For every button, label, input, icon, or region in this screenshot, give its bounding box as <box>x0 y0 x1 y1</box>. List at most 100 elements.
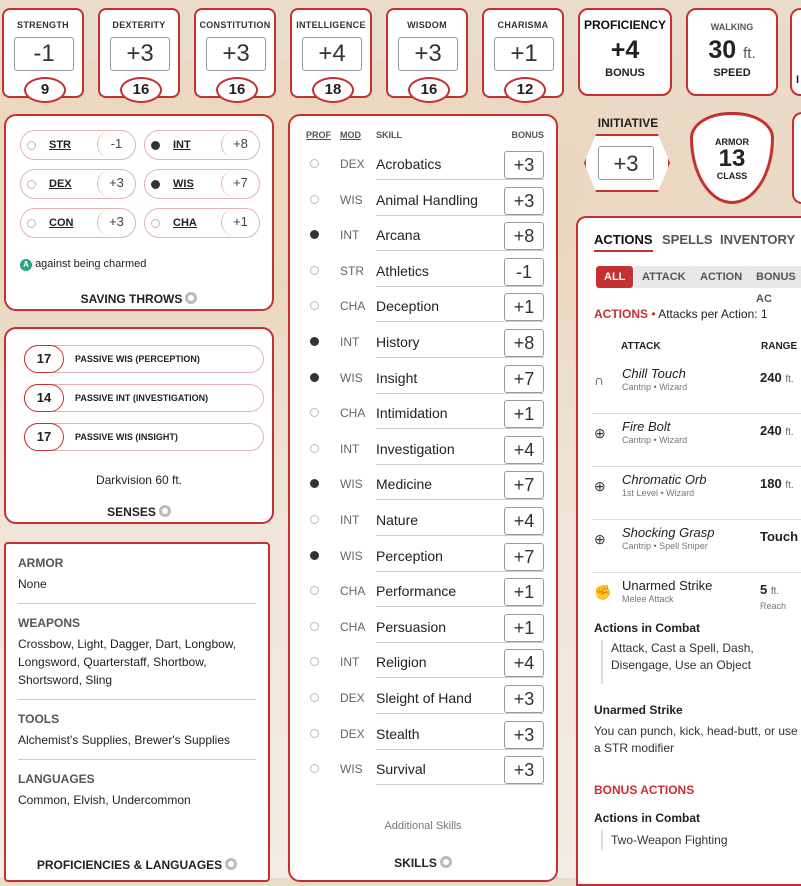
skill-row[interactable]: WIS Insight +7 <box>290 360 560 396</box>
skill-ability: CHA <box>340 584 366 599</box>
skill-bonus[interactable]: +8 <box>504 222 544 251</box>
skill-row[interactable]: CHA Persuasion +1 <box>290 609 560 645</box>
ability-modifier[interactable]: +3 <box>206 37 266 71</box>
skill-underline <box>376 535 544 536</box>
ability-name: WISDOM <box>407 20 447 30</box>
skill-bonus[interactable]: +3 <box>504 685 544 713</box>
tab-actions[interactable]: ACTIONS <box>594 232 653 252</box>
skill-ability: DEX <box>340 726 365 741</box>
skills-header-prof: PROF <box>306 130 332 140</box>
skill-row[interactable]: WIS Perception +7 <box>290 538 560 574</box>
saving-throw-cha[interactable]: CHA +1 <box>144 208 260 238</box>
proficiency-dot <box>310 479 319 489</box>
skill-bonus[interactable]: +7 <box>504 542 544 571</box>
skill-bonus[interactable]: +4 <box>504 649 544 678</box>
saving-throws-panel: STR -1 INT +8 DEX +3 WIS +7 CON +3 CHA +1 A against… <box>4 114 274 311</box>
skill-row[interactable]: INT Arcana +8 <box>290 217 560 253</box>
ability-modifier[interactable]: +4 <box>302 37 362 71</box>
attack-source: 1st Level • Wizard <box>622 488 695 498</box>
skill-bonus[interactable]: +3 <box>504 186 544 215</box>
skill-row[interactable]: INT Nature +4 <box>290 502 560 538</box>
skills-header-mod: MOD <box>340 130 361 140</box>
skill-bonus[interactable]: +3 <box>504 756 544 785</box>
skill-ability: DEX <box>340 157 365 171</box>
skill-row[interactable]: DEX Stealth +3 <box>290 716 560 752</box>
gear-icon[interactable] <box>185 292 198 304</box>
skill-bonus[interactable]: +3 <box>504 720 544 749</box>
attack-row[interactable]: ∩ Chill Touch Cantrip • Wizard 240 ft. <box>592 362 801 414</box>
skill-row[interactable]: DEX Acrobatics +3 <box>290 146 560 182</box>
skill-name: Stealth <box>376 725 420 742</box>
skill-row[interactable]: INT Investigation +4 <box>290 431 560 467</box>
attack-name: Unarmed Strike <box>622 578 713 593</box>
skill-bonus[interactable]: +4 <box>504 435 544 464</box>
attack-row[interactable]: ⊕ Fire Bolt Cantrip • Wizard 240 ft. <box>592 415 801 467</box>
skill-row[interactable]: WIS Survival +3 <box>290 751 560 787</box>
attack-range: 240 ft. <box>760 423 794 438</box>
ability-modifier[interactable]: +3 <box>398 37 458 71</box>
attack-row[interactable]: ✊ Unarmed Strike Melee Attack 5 ft. Reach <box>592 574 801 626</box>
gear-icon[interactable] <box>158 505 171 517</box>
skill-bonus[interactable]: +1 <box>504 613 544 642</box>
ability-modifier[interactable]: -1 <box>14 37 74 71</box>
filter-attack[interactable]: ATTACK <box>634 266 694 288</box>
tab-inventory[interactable]: INVENTORY <box>720 232 795 247</box>
actions-in-combat-heading: Actions in Combat <box>594 621 701 635</box>
speed-number: 30 <box>708 36 737 64</box>
skill-row[interactable]: CHA Deception +1 <box>290 288 560 324</box>
skill-row[interactable]: INT History +8 <box>290 324 560 360</box>
speed-value: 30 ft. <box>688 36 776 65</box>
skill-row[interactable]: WIS Animal Handling +3 <box>290 182 560 218</box>
proficiency-dot <box>151 141 160 150</box>
skill-bonus[interactable]: +7 <box>504 364 544 393</box>
filter-action[interactable]: ACTION <box>692 266 751 288</box>
proficiency-dot <box>151 180 160 189</box>
senses-title: SENSES <box>6 505 272 519</box>
skill-bonus[interactable]: -1 <box>504 257 544 286</box>
weapon-proficiencies: Crossbow, Light, Dagger, Dart, Longbow, … <box>18 637 237 687</box>
speed-unit: ft. <box>743 45 756 62</box>
skill-ability: INT <box>340 228 360 243</box>
skill-name: Deception <box>376 298 440 315</box>
skills-title-text: SKILLS <box>394 856 437 870</box>
skill-bonus[interactable]: +1 <box>504 400 544 429</box>
attack-row[interactable]: ⊕ Shocking Grasp Cantrip • Spell Sniper Tou… <box>592 521 801 573</box>
skill-bonus[interactable]: +7 <box>504 471 544 500</box>
attack-range: 5 ft. <box>760 582 779 597</box>
saving-throw-int[interactable]: INT +8 <box>144 130 260 160</box>
skill-underline <box>376 285 544 287</box>
proficiency-dot <box>310 586 319 596</box>
row-divider <box>592 572 801 573</box>
filter-bonus-action[interactable]: BONUS AC <box>748 266 801 305</box>
saving-throw-wis[interactable]: WIS +7 <box>144 169 260 199</box>
skill-ability: WIS <box>340 477 363 492</box>
attack-row[interactable]: ⊕ Chromatic Orb 1st Level • Wizard 180 ft. <box>592 468 801 520</box>
skill-name: Persuasion <box>376 618 447 635</box>
ability-modifier[interactable]: +1 <box>494 37 554 71</box>
range-value: 180 <box>760 476 782 491</box>
gear-icon[interactable] <box>439 856 452 868</box>
skill-row[interactable]: STR Athletics -1 <box>290 253 560 289</box>
saving-throw-str[interactable]: STR -1 <box>20 130 136 160</box>
skill-row[interactable]: WIS Medicine +7 <box>290 466 560 502</box>
skill-bonus[interactable]: +1 <box>504 578 544 607</box>
skill-row[interactable]: DEX Sleight of Hand +3 <box>290 680 560 716</box>
skill-row[interactable]: INT Religion +4 <box>290 644 560 680</box>
skill-bonus[interactable]: +8 <box>504 329 544 357</box>
ability-strength: STRENGTH -1 9 <box>2 8 84 103</box>
initiative-value[interactable]: +3 <box>598 146 654 180</box>
gear-icon[interactable] <box>225 858 238 870</box>
tab-spells[interactable]: SPELLS <box>662 232 713 247</box>
skill-bonus[interactable]: +4 <box>504 507 544 535</box>
passive-sense: 17 PASSIVE WIS (INSIGHT) <box>24 423 264 451</box>
skill-bonus[interactable]: +3 <box>504 151 544 179</box>
saving-throw-con[interactable]: CON +3 <box>20 208 136 238</box>
skill-row[interactable]: CHA Performance +1 <box>290 573 560 609</box>
skill-bonus[interactable]: +1 <box>504 293 544 322</box>
filter-all[interactable]: ALL <box>596 266 634 288</box>
skill-row[interactable]: CHA Intimidation +1 <box>290 395 560 431</box>
saving-throw-dex[interactable]: DEX +3 <box>20 169 136 199</box>
additional-skills-link[interactable]: Additional Skills <box>290 820 556 832</box>
ability-modifier[interactable]: +3 <box>110 37 170 71</box>
passive-sense-label: PASSIVE INT (INVESTIGATION) <box>75 393 209 403</box>
